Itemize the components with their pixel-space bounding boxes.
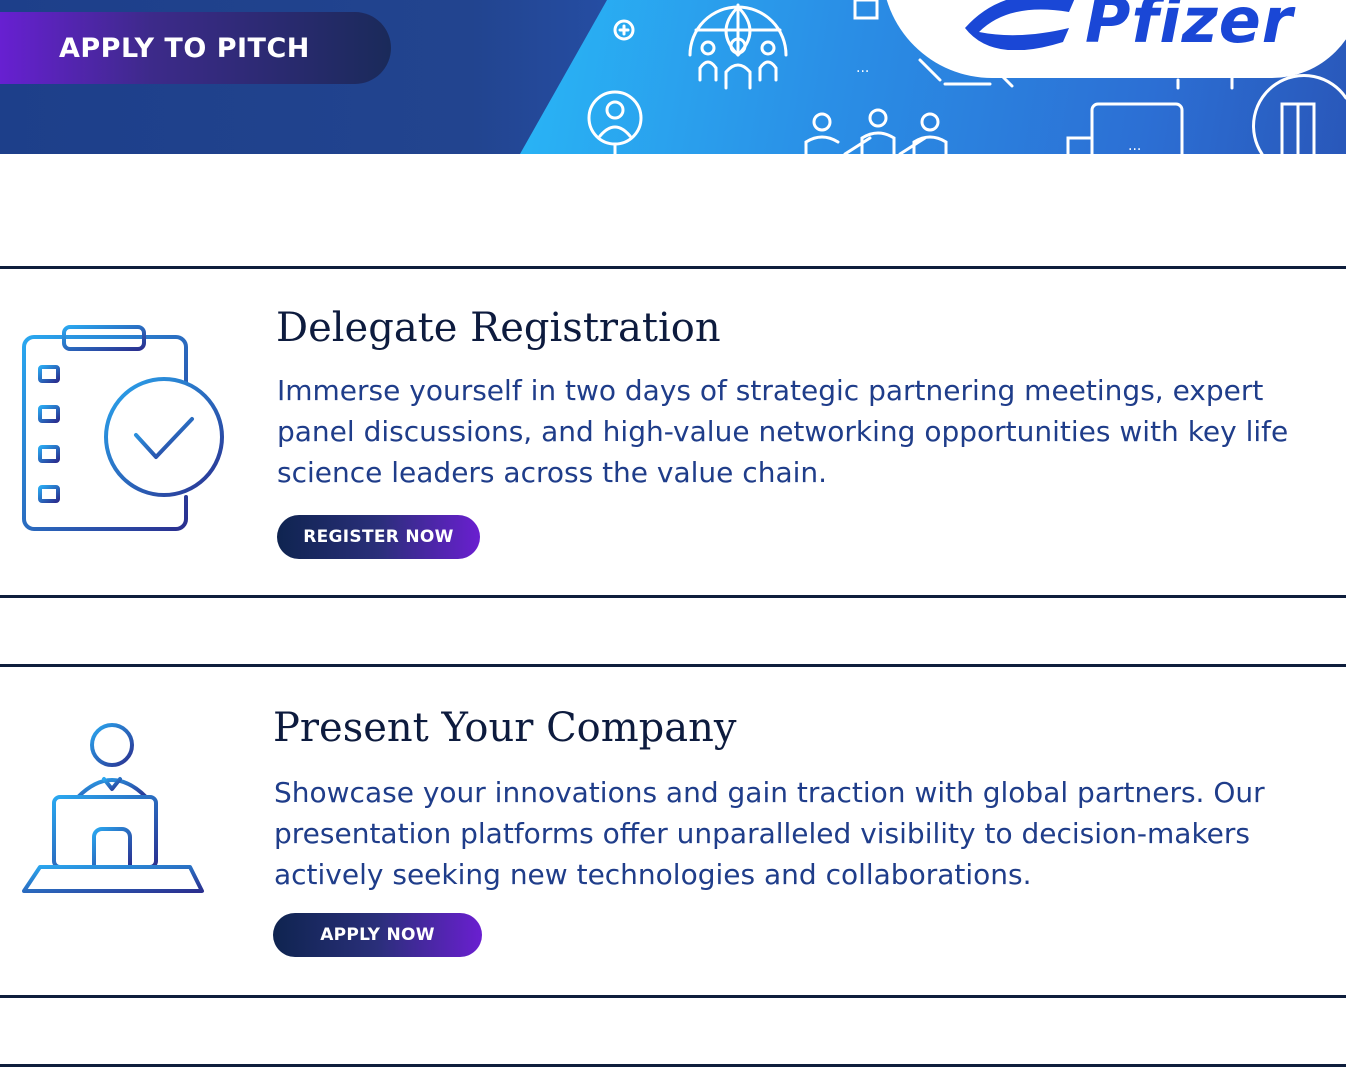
card-present-company: Present Your Company Showcase your innov… <box>0 664 1346 998</box>
card-description: Showcase your innovations and gain tract… <box>274 776 1265 891</box>
user-circle-icon <box>587 90 643 154</box>
apply-to-pitch-button[interactable]: APPLY TO PITCH <box>0 12 391 84</box>
team-desks-icon <box>804 108 948 154</box>
pfizer-swoosh-icon <box>965 0 1075 50</box>
screens-icon: ... <box>1066 70 1234 154</box>
svg-text:...: ... <box>1128 138 1141 154</box>
divider <box>0 1064 1346 1067</box>
pfizer-logo: Pfizer <box>1085 0 1294 57</box>
clipboard-check-icon <box>22 325 226 531</box>
card-description: Immerse yourself in two days of strategi… <box>277 374 1289 489</box>
hero-banner: ... ... Pfizer APPLY TO PITCH <box>0 0 1346 154</box>
card-title: Delegate Registration <box>276 305 721 351</box>
card-title: Present Your Company <box>273 705 737 751</box>
lab-flask-icon <box>1252 74 1346 154</box>
window-icon <box>853 0 879 20</box>
apply-now-button[interactable]: APPLY NOW <box>273 913 482 957</box>
register-now-button[interactable]: REGISTER NOW <box>277 515 480 559</box>
svg-text:...: ... <box>856 60 869 76</box>
card-delegate-registration: Delegate Registration Immerse yourself i… <box>0 266 1346 598</box>
globe-people-icon <box>688 3 788 90</box>
presenter-laptop-icon <box>22 723 205 917</box>
